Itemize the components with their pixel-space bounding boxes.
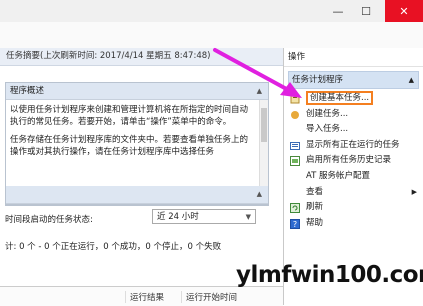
overview-paragraph: 任务存储在任务计划程序库的文件夹中。若要查看单独任务上的操作或对其执行操作，请在… xyxy=(10,135,249,157)
period-select[interactable]: 近 24 小时 ▼ xyxy=(152,209,256,224)
summary-header: 任务摘要(上次刷新时间: 2017/4/14 星期五 8:47:48) xyxy=(0,48,283,66)
collapse-icon[interactable]: ▲ xyxy=(257,83,262,99)
refresh-label: 刷新 xyxy=(306,202,324,213)
basic-task-icon xyxy=(290,94,300,104)
scheduler-group-header[interactable]: 任务计划程序 ▲ xyxy=(288,71,419,89)
close-button[interactable]: ✕ xyxy=(385,0,423,22)
toolbar-strip xyxy=(0,22,423,49)
import-icon xyxy=(290,125,300,135)
help-action[interactable]: ? 帮助 xyxy=(284,216,423,232)
create-task-icon xyxy=(290,110,300,120)
chevron-down-icon: ▼ xyxy=(245,213,251,221)
show-running-tasks-action[interactable]: 显示所有正在运行的任务 xyxy=(284,138,423,154)
summary-text: 任务摘要(上次刷新时间: 2017/4/14 星期五 8:47:48) xyxy=(6,51,211,61)
status-title[interactable]: ▲ xyxy=(6,186,268,204)
svg-text:?: ? xyxy=(293,220,297,229)
at-service-config-action[interactable]: AT 服务帐户配置 xyxy=(284,169,423,185)
submenu-arrow-icon: ▶ xyxy=(411,187,417,196)
refresh-icon xyxy=(290,203,300,214)
overview-body: 以使用任务计划程序来创建和管理计算机将在所指定的时间自动执行的常见任务。若要开始… xyxy=(6,100,268,158)
minimize-button[interactable]: — xyxy=(324,0,352,22)
help-icon: ? xyxy=(290,218,300,229)
col-run-result[interactable]: 运行结果 xyxy=(125,291,164,303)
actions-pane-title: 操作 xyxy=(284,48,423,67)
help-label: 帮助 xyxy=(306,217,324,228)
scroll-thumb[interactable] xyxy=(261,108,267,142)
create-basic-task-action[interactable]: 创建基本任务... xyxy=(284,91,423,107)
enable-history-action[interactable]: 启用所有任务历史记录 xyxy=(284,153,423,169)
enable-history-label: 启用所有任务历史记录 xyxy=(306,155,392,166)
create-basic-task-label: 创建基本任务... xyxy=(306,91,374,105)
period-label: 时间段启动的任务状态: xyxy=(5,215,93,225)
import-task-action[interactable]: 导入任务... xyxy=(284,122,423,138)
title-bar: — ☐ ✕ xyxy=(0,0,423,23)
status-summary: 计: 0 个 - 0 个正在运行，0 个成功，0 个停止，0 个失败 xyxy=(5,242,222,252)
at-service-config-label: AT 服务帐户配置 xyxy=(306,170,371,181)
collapse-icon[interactable]: ▲ xyxy=(409,72,414,88)
collapse-icon[interactable]: ▲ xyxy=(257,186,262,203)
watermark-text: ylmfwin100.com xyxy=(236,262,423,288)
create-task-label: 创建任务... xyxy=(306,108,349,119)
status-section: ▲ xyxy=(5,186,269,205)
import-task-label: 导入任务... xyxy=(306,124,349,135)
history-icon xyxy=(290,156,300,167)
overview-title[interactable]: 程序概述 ▲ xyxy=(6,83,268,100)
maximize-button[interactable]: ☐ xyxy=(352,0,380,22)
overview-paragraph: 以使用任务计划程序来创建和管理计算机将在所指定的时间自动执行的常见任务。若要开始… xyxy=(10,105,249,127)
overview-title-label: 程序概述 xyxy=(10,86,45,96)
view-menu-label: 查看 xyxy=(306,186,324,197)
period-select-value: 近 24 小时 xyxy=(157,212,199,222)
create-task-action[interactable]: 创建任务... xyxy=(284,107,423,123)
view-menu-action[interactable]: 查看 ▶ xyxy=(284,185,423,201)
task-grid-header: 运行结果 运行开始时间 xyxy=(0,286,283,306)
scheduler-group-label: 任务计划程序 xyxy=(292,75,344,85)
running-tasks-icon xyxy=(290,141,300,151)
col-run-start[interactable]: 运行开始时间 xyxy=(181,291,237,303)
show-running-tasks-label: 显示所有正在运行的任务 xyxy=(306,139,400,150)
refresh-action[interactable]: 刷新 xyxy=(284,200,423,216)
